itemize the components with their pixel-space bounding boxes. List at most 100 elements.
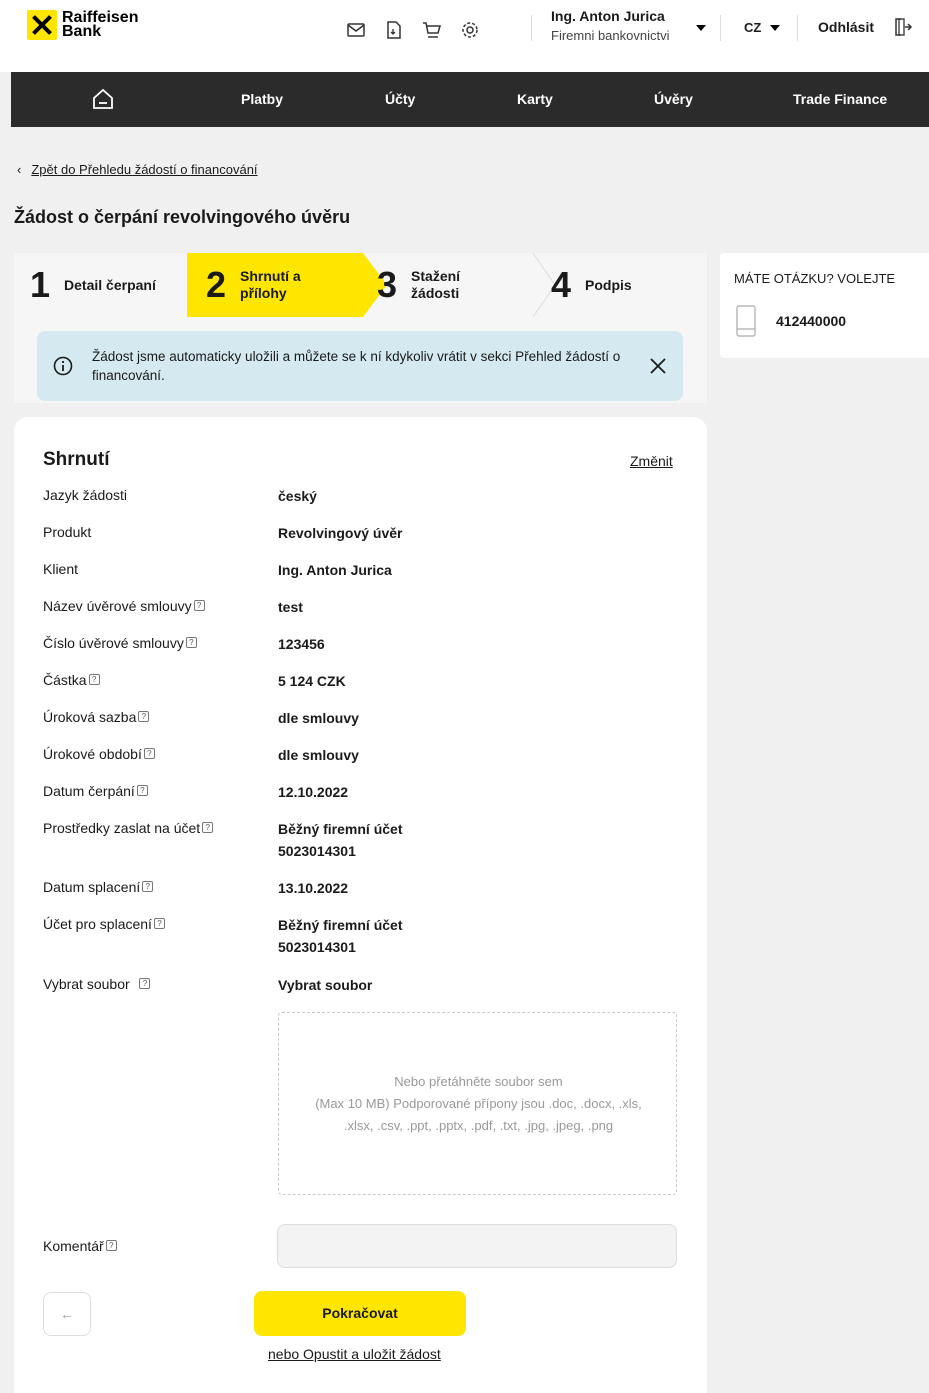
document-icon[interactable] <box>380 16 408 44</box>
summary-title: Shrnutí <box>43 449 110 470</box>
row-value: Ing. Anton Jurica <box>278 562 392 578</box>
help-icon[interactable]: ? <box>153 918 165 929</box>
step-4[interactable]: 4 Podpis <box>551 253 632 317</box>
row-label: Prostředky zaslat na účet? <box>43 820 214 836</box>
phone-icon <box>736 305 756 337</box>
row-label: Produkt <box>43 524 92 540</box>
help-icon[interactable]: ? <box>105 1240 117 1251</box>
row-label: Datum splacení? <box>43 879 154 895</box>
row-value: 12.10.2022 <box>278 784 349 800</box>
row-label: Jazyk žádosti <box>43 487 128 503</box>
step-3[interactable]: 3 Stažení žádosti <box>377 253 460 317</box>
nav-item-uvery[interactable]: Úvěry <box>654 72 693 127</box>
help-icon[interactable]: ? <box>142 881 154 892</box>
user-name: Ing. Anton Jurica <box>551 8 665 24</box>
nav-item-karty[interactable]: Karty <box>517 72 553 127</box>
help-icon[interactable]: ? <box>139 978 151 989</box>
row-value: dle smlouvy <box>278 747 359 763</box>
row-value: dle smlouvy <box>278 710 359 726</box>
step-number: 3 <box>377 264 398 305</box>
row-label: Název úvěrové smlouvy? <box>43 598 205 614</box>
row-label: Částka? <box>43 672 100 688</box>
page-title: Žádost o čerpání revolvingového úvěru <box>14 207 351 227</box>
nav-item-trade-finance[interactable]: Trade Finance <box>793 72 887 127</box>
banner-text: Žádost jsme automaticky uložili a můžete… <box>92 349 621 383</box>
row-value: 13.10.2022 <box>278 880 349 896</box>
leave-and-save-link[interactable]: nebo Opustit a uložit žádost <box>268 1346 441 1362</box>
step-label: Detail čerpaní <box>64 276 156 293</box>
row-label: Úrokové období? <box>43 746 155 762</box>
dropzone-formats: .xlsx, .csv, .ppt, .pptx, .pdf, .txt, .j… <box>343 1118 614 1133</box>
arrow-left-icon: ← <box>60 1306 74 1322</box>
help-title: MÁTE OTÁZKU? VOLEJTE <box>734 271 896 286</box>
change-link[interactable]: Změnit <box>630 453 673 469</box>
home-icon[interactable] <box>91 88 115 110</box>
top-header: Raiffeisen Bank Ing. Anton Jurica Firemn… <box>0 0 929 72</box>
row-label: Účet pro splacení? <box>43 916 165 932</box>
logo-text: Raiffeisen Bank <box>62 9 139 40</box>
user-caret-down-icon[interactable] <box>696 25 706 31</box>
nav-item-ucty[interactable]: Účty <box>385 72 415 127</box>
chevron-left-icon: ‹ <box>17 162 22 177</box>
step-number: 2 <box>206 264 227 305</box>
back-button[interactable]: ← <box>43 1292 91 1336</box>
continue-button[interactable]: Pokračovat <box>254 1291 466 1336</box>
gear-icon[interactable] <box>456 16 484 44</box>
row-value: test <box>278 599 303 615</box>
breadcrumb: ‹ Zpět do Přehledu žádostí o financování <box>17 162 258 177</box>
row-label: Klient <box>43 561 79 577</box>
step-label: Podpis <box>585 276 632 293</box>
help-phone-number[interactable]: 412440000 <box>776 313 846 329</box>
file-dropzone[interactable]: Nebo přetáhněte soubor sem (Max 10 MB) P… <box>278 1012 677 1195</box>
comment-field[interactable] <box>277 1224 677 1268</box>
nav-item-platby[interactable]: Platby <box>241 72 283 127</box>
back-to-overview-link[interactable]: Zpět do Přehledu žádostí o financování <box>31 162 257 177</box>
row-value: Běžný firemní účet 5023014301 <box>278 917 403 955</box>
dropzone-hint: Nebo přetáhněte soubor sem <box>394 1074 563 1089</box>
help-icon[interactable]: ? <box>88 674 100 685</box>
user-menu[interactable]: Ing. Anton Jurica Firemni bankovnictvi <box>551 8 670 43</box>
user-role: Firemni bankovnictvi <box>551 28 670 43</box>
help-icon[interactable]: ? <box>202 822 214 833</box>
row-value: Revolvingový úvěr <box>278 525 403 541</box>
language-select[interactable]: CZ <box>744 20 761 35</box>
step-1[interactable]: 1 Detail čerpaní <box>30 253 156 317</box>
divider <box>720 15 721 41</box>
comment-label: Komentář? <box>43 1238 117 1254</box>
main-nav: Platby Účty Karty Úvěry Trade Finance <box>11 72 929 127</box>
row-value: 123456 <box>278 636 325 652</box>
step-number: 1 <box>30 264 51 305</box>
help-icon[interactable]: ? <box>138 711 150 722</box>
logo-mark-icon <box>27 10 57 40</box>
help-icon[interactable]: ? <box>143 748 155 759</box>
step-label: Shrnutí a přílohy <box>240 268 301 301</box>
autosave-info-banner: Žádost jsme automaticky uložili a můžete… <box>37 331 683 401</box>
row-label: Úroková sazba? <box>43 709 150 725</box>
info-icon <box>53 356 73 376</box>
row-value: Běžný firemní účet 5023014301 <box>278 821 403 859</box>
help-icon[interactable]: ? <box>136 785 148 796</box>
help-icon[interactable]: ? <box>193 600 205 611</box>
row-label: Číslo úvěrové smlouvy? <box>43 635 197 651</box>
cart-icon[interactable] <box>418 16 446 44</box>
banner-area: Žádost jsme automaticky uložili a můžete… <box>14 317 707 403</box>
step-number: 4 <box>551 264 572 305</box>
row-value: český <box>278 488 317 504</box>
help-icon[interactable]: ? <box>185 637 197 648</box>
stepper: 1 Detail čerpaní 2 Shrnutí a přílohy 3 S… <box>14 253 707 317</box>
help-card: MÁTE OTÁZKU? VOLEJTE 412440000 <box>720 253 929 358</box>
divider <box>797 15 798 41</box>
divider <box>531 15 532 41</box>
close-icon[interactable] <box>649 357 667 375</box>
step-label: Stažení žádosti <box>411 268 461 301</box>
raiffeisen-logo[interactable]: Raiffeisen Bank <box>27 10 138 40</box>
step-2[interactable]: 2 Shrnutí a přílohy <box>206 253 301 317</box>
summary-card: Shrnutí Změnit Jazyk žádosti český Produ… <box>14 417 707 1393</box>
row-value: 5 124 CZK <box>278 673 346 689</box>
language-caret-down-icon[interactable] <box>770 25 780 31</box>
mail-icon[interactable] <box>342 16 370 44</box>
row-label: Datum čerpání? <box>43 783 148 799</box>
logout-icon[interactable] <box>893 17 913 37</box>
select-file-button[interactable]: Vybrat soubor <box>278 974 372 996</box>
logout-link[interactable]: Odhlásit <box>818 19 874 35</box>
